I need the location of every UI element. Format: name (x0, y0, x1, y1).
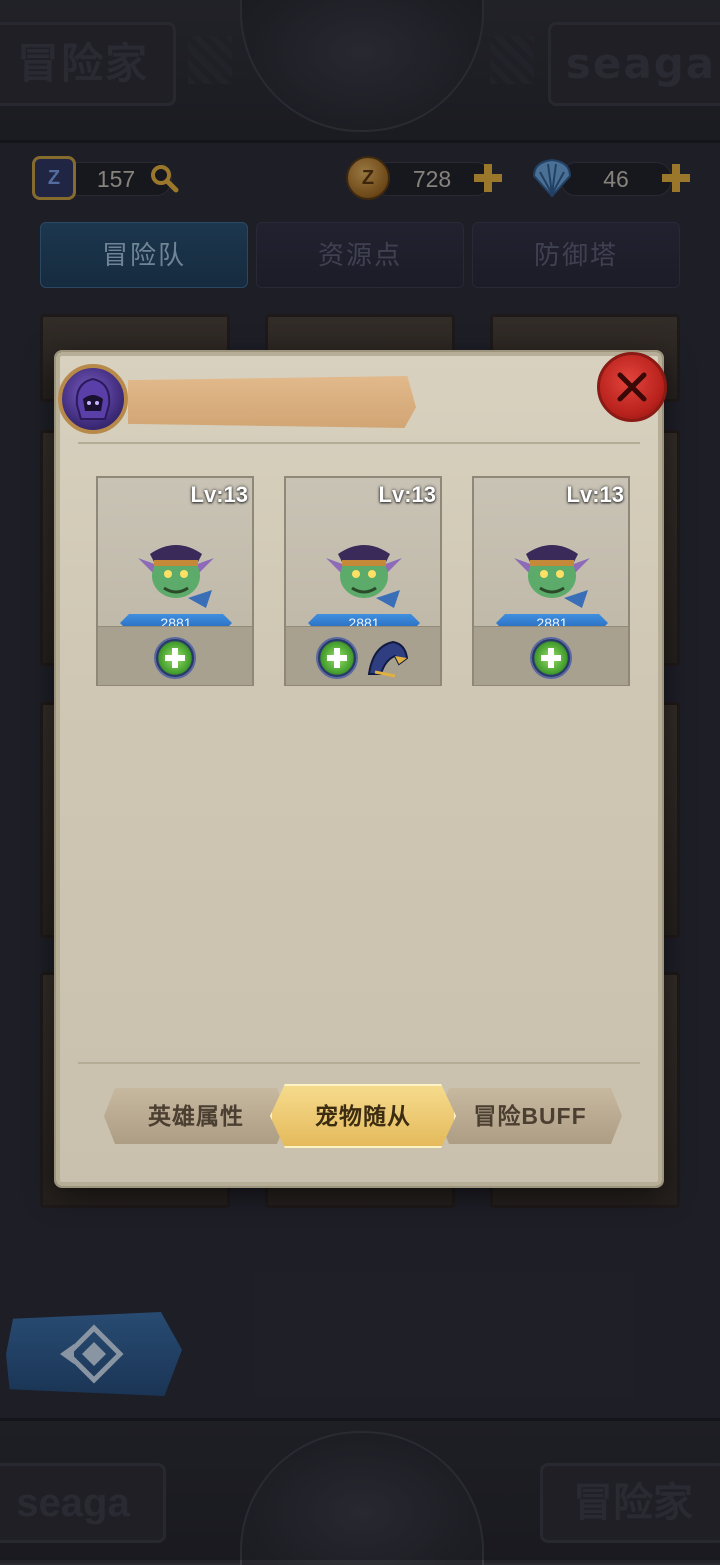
goblin-pet-portrait (504, 518, 600, 614)
heal-skill-icon[interactable] (154, 637, 196, 679)
pet-card-footer (474, 626, 628, 685)
heal-skill-icon[interactable] (316, 637, 358, 679)
goblin-icon (138, 545, 214, 608)
modal-bottom-tabs: 英雄属性 冒险BUFF 宠物随从 (104, 1084, 622, 1148)
goblin-icon (326, 545, 402, 608)
divider-bottom (78, 1062, 640, 1064)
divider-top (78, 442, 640, 444)
hooded-hero-icon (75, 377, 111, 420)
pet-level: Lv:13 (190, 482, 248, 507)
pet-card[interactable]: Lv:13 2881 (96, 476, 254, 686)
tab-pet-followers[interactable]: 宠物随从 (270, 1084, 456, 1148)
goblin-icon (514, 545, 590, 608)
pet-card[interactable]: Lv:13 2881 (284, 476, 442, 686)
pet-card-footer (286, 626, 440, 685)
tab-adventure-buff[interactable]: 冒险BUFF (438, 1088, 622, 1144)
helmet-equip-icon[interactable] (364, 637, 412, 681)
close-icon (617, 372, 647, 402)
goblin-pet-portrait (316, 518, 412, 614)
hero-avatar (58, 364, 128, 434)
pet-level: Lv:13 (378, 482, 436, 507)
goblin-pet-portrait (128, 518, 224, 614)
pet-card[interactable]: Lv:13 2881 (472, 476, 630, 686)
close-button[interactable] (597, 352, 667, 422)
pet-card-footer (98, 626, 252, 685)
heal-skill-icon[interactable] (530, 637, 572, 679)
tab-hero-attributes[interactable]: 英雄属性 (104, 1088, 288, 1144)
pet-modal: Lv:13 2881 Lv:13 2881 Lv:13 2881 英雄属性 冒险… (56, 352, 667, 1186)
modal-title-ribbon (128, 376, 416, 428)
pet-level: Lv:13 (566, 482, 624, 507)
